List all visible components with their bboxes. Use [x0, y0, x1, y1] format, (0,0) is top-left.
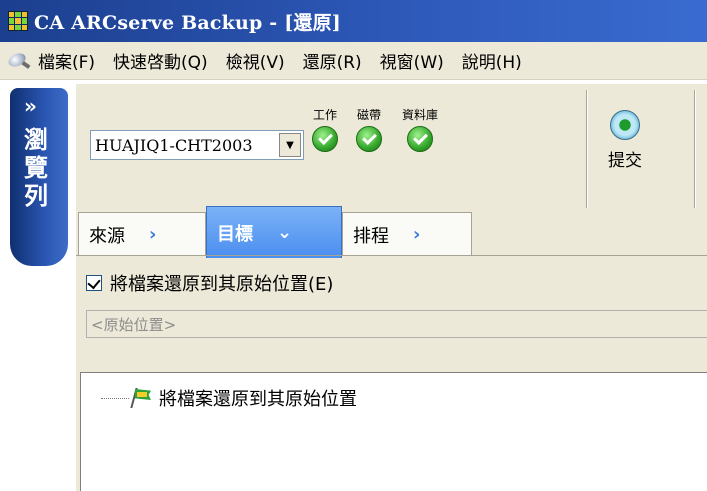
check-icon [407, 126, 433, 152]
menu-quick-start[interactable]: 快速啓動(Q) [113, 48, 208, 73]
tab-label: 目標 [217, 223, 253, 245]
menu-help[interactable]: 說明(H) [462, 48, 522, 73]
restore-original-checkbox[interactable] [86, 275, 102, 291]
status-database[interactable]: 資料庫 [402, 108, 438, 152]
tree-item-label: 將檔案還原到其原始位置 [159, 389, 357, 410]
check-icon [356, 126, 382, 152]
restore-original-location-option[interactable]: 將檔案還原到其原始位置(E) [86, 270, 333, 296]
tree-connector [101, 397, 129, 399]
destination-path-field[interactable]: <原始位置> [86, 310, 707, 338]
tab-schedule[interactable]: 排程 › [342, 212, 472, 256]
expand-chevron-icon[interactable]: » [24, 94, 37, 118]
magnifier-icon[interactable] [6, 50, 32, 72]
title-bar: CA ARCserve Backup - [還原] [0, 0, 707, 42]
status-jobs[interactable]: 工作 [312, 108, 338, 152]
server-dropdown[interactable]: HUAJIQ1-CHT2003 ▼ [90, 130, 304, 160]
submit-label: 提交 [608, 151, 642, 171]
wizard-tabs: 來源 › 目標 ⌄ 排程 › [76, 206, 707, 258]
tab-destination[interactable]: 目標 ⌄ [206, 206, 342, 258]
status-tapes[interactable]: 磁帶 [356, 108, 382, 152]
server-name: HUAJIQ1-CHT2003 [95, 135, 253, 155]
menu-view[interactable]: 檢視(V) [226, 48, 285, 73]
chevron-right-icon: › [149, 224, 157, 245]
tree-item[interactable]: 將檔案還原到其原始位置 [101, 385, 357, 411]
checkbox-label: 將檔案還原到其原始位置(E) [110, 274, 334, 295]
status-label: 工作 [312, 108, 337, 122]
submit-button[interactable]: 提交 [608, 110, 642, 171]
menu-file[interactable]: 檔案(F) [38, 48, 95, 73]
navigation-bar[interactable]: » 瀏覽列 [10, 88, 68, 266]
submit-icon [610, 110, 640, 140]
check-icon [312, 126, 338, 152]
tab-label: 排程 [353, 225, 389, 247]
navigation-bar-label: 瀏覽列 [24, 125, 48, 210]
status-label: 磁帶 [356, 108, 381, 122]
menu-window[interactable]: 視窗(W) [380, 48, 444, 73]
tab-source[interactable]: 來源 › [78, 212, 206, 256]
menu-bar: 檔案(F) 快速啓動(Q) 檢視(V) 還原(R) 視窗(W) 說明(H) [0, 42, 707, 80]
chevron-down-icon: ⌄ [277, 222, 293, 243]
menu-restore[interactable]: 還原(R) [303, 48, 362, 73]
status-label: 資料庫 [402, 108, 439, 122]
restore-panel: HUAJIQ1-CHT2003 ▼ 工作 磁帶 資料庫 提交 來源 › 目標 ⌄… [76, 84, 707, 491]
app-grid-icon [8, 11, 28, 31]
tab-label: 來源 [89, 225, 125, 247]
destination-tree[interactable]: 將檔案還原到其原始位置 [80, 372, 707, 491]
tab-divider [76, 255, 707, 256]
toolbar-separator [694, 90, 696, 208]
flag-icon [130, 388, 153, 408]
chevron-right-icon: › [413, 224, 421, 245]
toolbar-separator [586, 90, 588, 208]
window-title: CA ARCserve Backup - [還原] [34, 11, 341, 34]
dropdown-arrow-icon[interactable]: ▼ [279, 133, 301, 157]
